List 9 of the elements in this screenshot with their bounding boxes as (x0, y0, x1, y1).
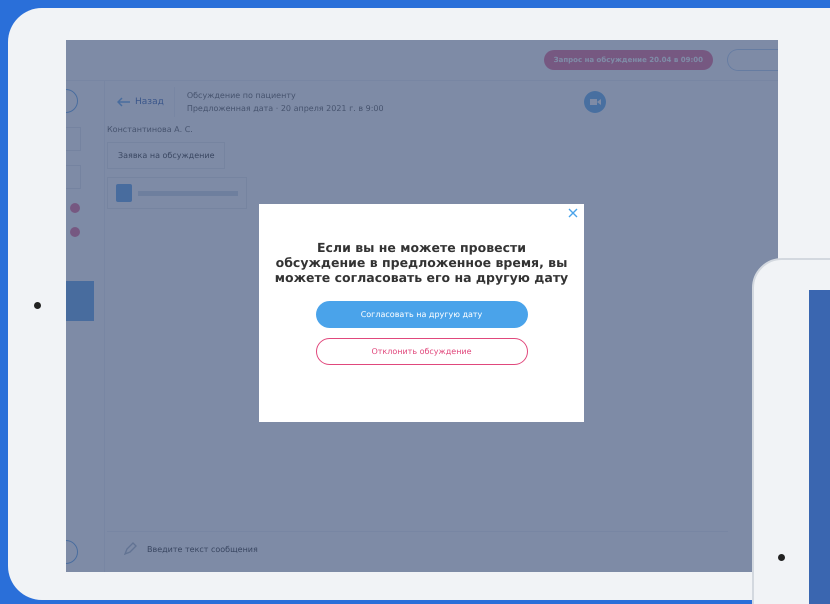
camera-icon (34, 302, 41, 309)
proposed-date: Предложенная дата · 20 апреля 2021 г. в 9:00 (186, 104, 384, 113)
dialog-button[interactable]: Согласовать на другую дату (316, 301, 528, 328)
dialog-button[interactable]: Отклонить обсуждение (316, 338, 528, 365)
camera-icon (778, 554, 785, 561)
dialog-message: Если вы не можете провести обсуждение в предложенное время, вы можете согласовать его на другую дату (274, 240, 570, 285)
chat-title: Обсуждение по пациенту (186, 91, 297, 100)
close-icon[interactable] (568, 208, 578, 218)
author-name: Константинова А. С. (107, 125, 193, 134)
